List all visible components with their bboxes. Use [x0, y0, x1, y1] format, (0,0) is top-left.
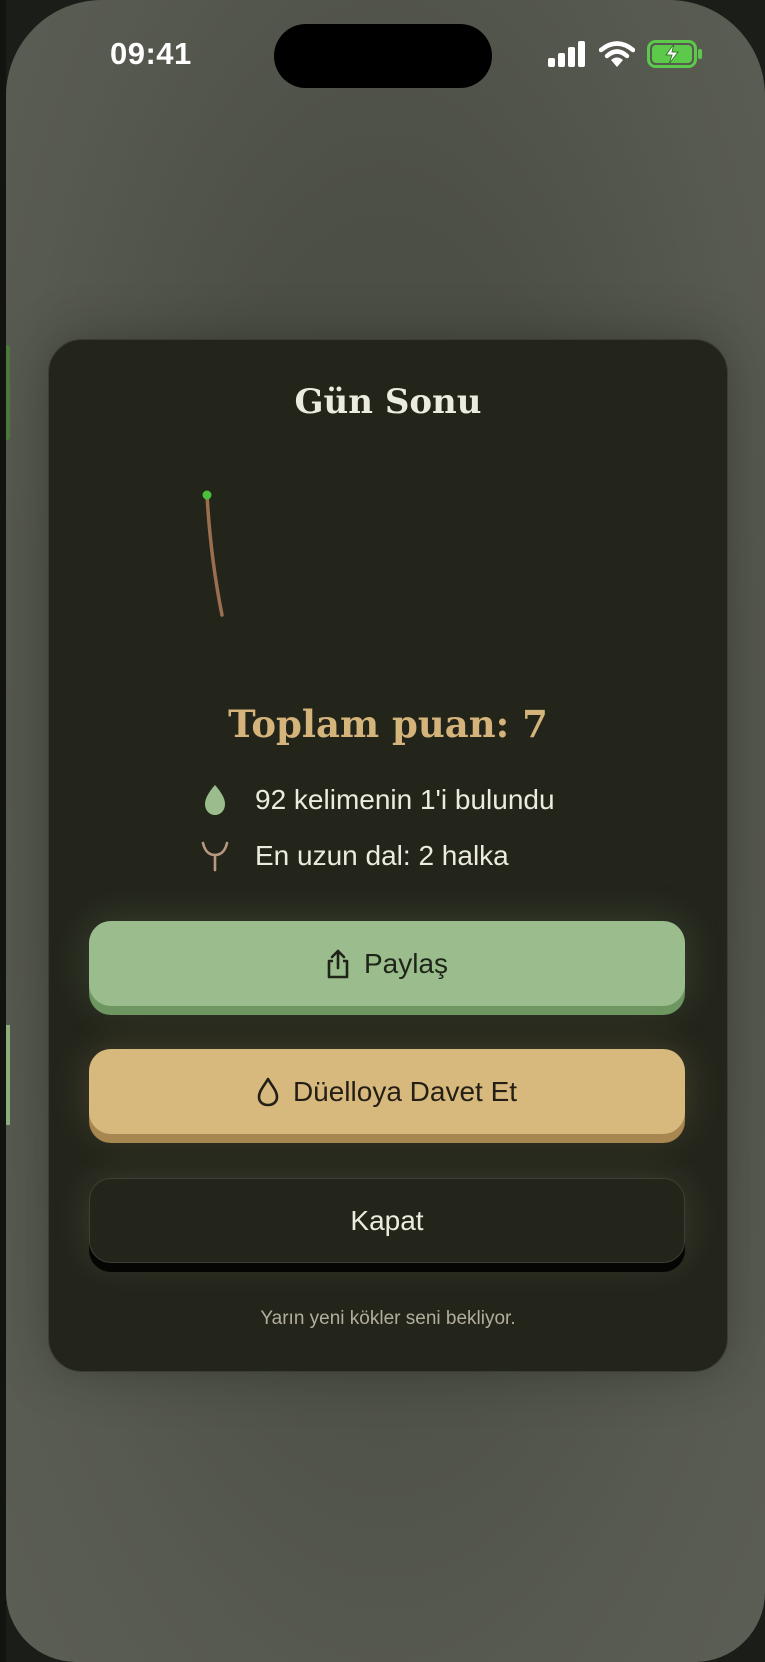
words-found-text: 92 kelimenin 1'i bulundu [255, 784, 555, 815]
invite-duel-button-label: Düelloya Davet Et [292, 1075, 518, 1107]
total-score: Toplam puan: 7 [228, 702, 548, 746]
phone-screen: 09:41 Gün Sonu Toplam puan: 7 92 kelimen… [6, 0, 765, 1662]
dynamic-island [274, 24, 492, 88]
close-button[interactable]: Kapat [89, 1178, 685, 1263]
close-button-label: Kapat [350, 1204, 424, 1236]
water-drop-icon [257, 1077, 279, 1107]
branch-icon [199, 839, 231, 873]
share-button-label: Paylaş [363, 947, 449, 979]
leaf-icon [199, 783, 231, 817]
wifi-icon [599, 40, 635, 67]
battery-charging-icon [647, 40, 702, 68]
background-accent [6, 1025, 10, 1125]
words-found-stat: 92 kelimenin 1'i bulundu [199, 783, 555, 817]
longest-branch-stat: En uzun dal: 2 halka [199, 839, 509, 873]
background-accent [6, 345, 10, 440]
invite-duel-button[interactable]: Düelloya Davet Et [89, 1049, 685, 1134]
longest-branch-text: En uzun dal: 2 halka [255, 840, 509, 871]
cellular-signal-icon [548, 41, 585, 67]
day-end-modal: Gün Sonu Toplam puan: 7 92 kelimenin 1'i… [48, 339, 728, 1372]
modal-title: Gün Sonu [294, 382, 482, 422]
status-icons [547, 40, 703, 68]
share-button[interactable]: Paylaş [89, 921, 685, 1006]
status-time: 09:41 [110, 36, 192, 71]
footer-message: Yarın yeni kökler seni bekliyor. [260, 1308, 516, 1329]
share-icon [326, 949, 350, 979]
root-growth-illustration [202, 490, 224, 617]
